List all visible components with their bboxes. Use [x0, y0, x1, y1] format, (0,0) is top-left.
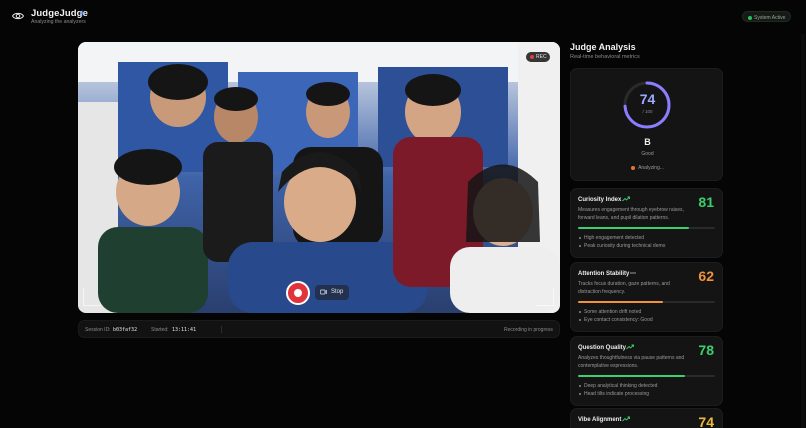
- scrollbar[interactable]: [801, 34, 805, 428]
- started-value: 13:11:41: [172, 326, 197, 333]
- sparkle-icon: [78, 9, 86, 17]
- trend-up-icon: [622, 196, 630, 202]
- metric-bullet: Peak curiosity during technical demo: [578, 242, 665, 250]
- started-label: Started:: [151, 326, 169, 333]
- rec-badge: REC: [526, 52, 550, 62]
- metric-score: 74: [698, 414, 714, 428]
- app-subtitle: Analyzing the analyzers: [31, 19, 86, 25]
- analyzing-text: Analyzing...: [638, 165, 664, 171]
- metric-card-curiosity: Curiosity Index 81 Measures engagement t…: [570, 188, 723, 258]
- grade-word: Good: [641, 151, 654, 157]
- trend-up-icon: [626, 344, 634, 350]
- frame-corner-bottom-right: [536, 288, 554, 306]
- panel-subtitle: Real-time behavioral metrics: [570, 54, 640, 60]
- panel-title: Judge Analysis: [570, 42, 636, 52]
- frame-corner-bottom-left: [83, 288, 101, 306]
- session-id-value: b03faf32: [113, 326, 138, 333]
- app-header: JudgeJudge Analyzing the analyzers Syste…: [0, 0, 806, 32]
- recording-status: Recording in progress: [504, 326, 553, 333]
- metric-title: Vibe Alignment: [578, 417, 622, 423]
- metric-score: 78: [698, 342, 714, 358]
- status-text: System Active: [754, 14, 786, 21]
- metric-description: Analyzes thoughtfulness via pause patter…: [578, 355, 685, 369]
- camera-off-icon: [320, 289, 327, 295]
- grade-letter: B: [644, 137, 651, 147]
- camera-feed: [78, 42, 560, 313]
- metric-progress-fill: [578, 375, 685, 377]
- metric-score: 62: [698, 268, 714, 284]
- metric-bullet: Some attention drift noted: [578, 308, 653, 316]
- stop-button[interactable]: Stop: [315, 285, 349, 300]
- rec-label: REC: [536, 54, 547, 60]
- metric-bullet: High engagement detected: [578, 234, 665, 242]
- camera-frame-image: [78, 42, 560, 313]
- metric-bullet: Eye contact consistency: Good: [578, 316, 653, 324]
- metric-bullets: Deep analytical thinking detected Head t…: [578, 382, 657, 398]
- overall-score: 74: [639, 91, 656, 107]
- session-id-label: Session ID:: [85, 326, 111, 333]
- metric-score: 81: [698, 194, 714, 210]
- metric-card-vibe: Vibe Alignment 74: [570, 408, 723, 428]
- overall-score-card: 74 / 100 B Good Analyzing...: [570, 68, 723, 181]
- metric-progress-track: [578, 227, 715, 229]
- rec-dot-icon: [530, 55, 534, 59]
- eye-icon: [12, 12, 24, 20]
- metric-bullets: Some attention drift noted Eye contact c…: [578, 308, 653, 324]
- metric-progress-fill: [578, 227, 689, 229]
- status-dot-icon: [748, 15, 752, 20]
- session-info-bar: Session ID: b03faf32 Started: 13:11:41 R…: [78, 320, 560, 338]
- metric-bullet: Deep analytical thinking detected: [578, 382, 657, 390]
- record-icon: [294, 289, 302, 297]
- metric-progress-fill: [578, 301, 663, 303]
- metric-progress-track: [578, 301, 715, 303]
- stop-label: Stop: [331, 288, 344, 295]
- trend-up-icon: [622, 416, 630, 422]
- metric-bullet: Head tilts indicate processing: [578, 390, 657, 398]
- metric-description: Tracks focus duration, gaze patterns, an…: [578, 281, 670, 295]
- analyzing-dot-icon: [631, 165, 636, 170]
- separator: [221, 326, 222, 333]
- metric-title: Question Quality: [578, 345, 627, 351]
- record-button[interactable]: [286, 281, 310, 305]
- metric-title: Attention Stability: [578, 271, 630, 277]
- metric-card-attention: Attention Stability 62 Tracks focus dura…: [570, 262, 723, 332]
- metric-title: Curiosity Index: [578, 197, 622, 203]
- analyzing-status: Analyzing...: [571, 165, 724, 171]
- metric-progress-track: [578, 375, 715, 377]
- trend-flat-icon: [630, 272, 636, 274]
- system-status-badge: System Active: [742, 11, 791, 22]
- metric-bullets: High engagement detected Peak curiosity …: [578, 234, 665, 250]
- score-max: / 100: [642, 109, 653, 114]
- metric-description: Measures engagement through eyebrow rais…: [578, 207, 684, 221]
- metric-card-question-quality: Question Quality 78 Analyzes thoughtfuln…: [570, 336, 723, 406]
